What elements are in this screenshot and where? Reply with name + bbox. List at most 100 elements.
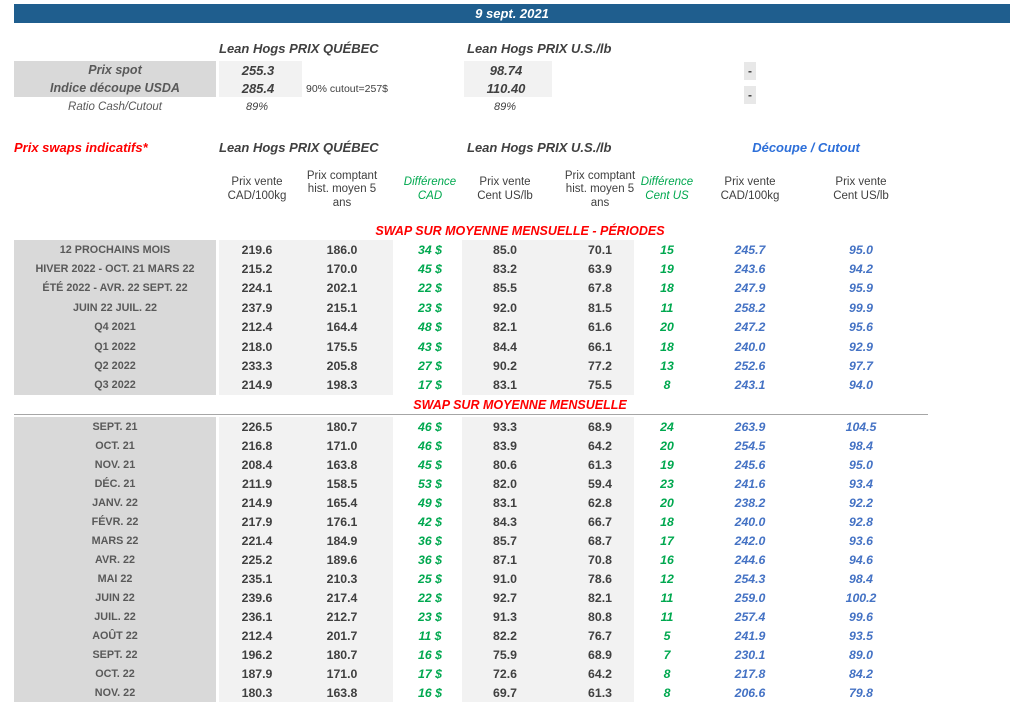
- cell-difference-cad: 48 $: [418, 320, 442, 335]
- column-header-row: Prix vente CAD/100kg Prix comptant hist. …: [0, 163, 1024, 217]
- cell-difference-cad: 16 $: [418, 647, 442, 662]
- cell-difference-cad: 36 $: [418, 533, 442, 548]
- row-label: SEPT. 22: [92, 648, 138, 661]
- cell-cutout-vente-us: 99.6: [849, 609, 873, 624]
- cell-prix-comptant-cad: 184.9: [326, 533, 358, 548]
- ratio-us-value: 89%: [493, 101, 517, 113]
- cell-prix-vente-us: 84.4: [493, 339, 517, 354]
- cell-cutout-vente-cad: 259.0: [734, 590, 766, 605]
- cell-prix-comptant-cad: 158.5: [326, 476, 358, 491]
- cell-cutout-vente-cad: 258.2: [734, 300, 766, 315]
- column-header-difference-cad: Différence CAD: [403, 176, 457, 202]
- usda-cutout-index-label: Indice découpe USDA: [50, 81, 180, 95]
- cell-cutout-vente-cad: 263.9: [734, 419, 766, 434]
- swap-row: AVR. 22 225.2 189.6 36 $ 87.1 70.8 16 244.6 94.6: [0, 550, 1024, 569]
- cell-prix-comptant-cad: 170.0: [326, 262, 358, 277]
- cell-prix-comptant-cad: 175.5: [326, 339, 358, 354]
- cell-difference-us: 20: [660, 438, 674, 453]
- cell-cutout-vente-us: 95.6: [849, 320, 873, 335]
- cell-prix-vente-us: 85.5: [493, 281, 517, 296]
- cell-prix-comptant-us: 77.2: [588, 358, 612, 373]
- cell-difference-cad: 27 $: [418, 358, 442, 373]
- swap-row: OCT. 21 216.8 171.0 46 $ 83.9 64.2 20 254.5 98.4: [0, 436, 1024, 455]
- cell-difference-us: 23: [660, 476, 674, 491]
- cell-prix-comptant-cad: 163.8: [326, 457, 358, 472]
- cell-prix-comptant-cad: 171.0: [326, 438, 358, 453]
- cell-prix-vente-cad: 221.4: [241, 533, 273, 548]
- swap-row: HIVER 2022 - OCT. 21 MARS 22 215.2 170.0 45…: [0, 259, 1024, 278]
- cell-difference-cad: 46 $: [418, 419, 442, 434]
- cell-prix-comptant-us: 82.1: [588, 590, 612, 605]
- cell-prix-vente-us: 72.6: [493, 666, 517, 681]
- cell-prix-comptant-us: 78.6: [588, 571, 612, 586]
- cell-prix-comptant-cad: 217.4: [326, 590, 358, 605]
- cell-prix-vente-us: 90.2: [493, 358, 517, 373]
- swaps-us-header: Lean Hogs PRIX U.S./lb: [467, 140, 612, 155]
- cell-cutout-vente-us: 94.6: [849, 552, 873, 567]
- cell-prix-vente-cad: 236.1: [241, 609, 273, 624]
- table-rows: SEPT. 21 226.5 180.7 46 $ 93.3 68.9 24 263.9 104…: [0, 417, 1024, 702]
- row-label: JUIN 22: [95, 591, 135, 604]
- swap-table-periodes: 12 PROCHAINS MOIS 219.6 186.0 34 $ 85.0 70.1 1…: [0, 240, 1024, 395]
- cell-prix-vente-us: 83.1: [493, 495, 517, 510]
- cell-prix-comptant-cad: 163.8: [326, 685, 358, 700]
- cell-prix-comptant-us: 67.8: [588, 281, 612, 296]
- cell-prix-vente-cad: 212.4: [241, 320, 273, 335]
- swaps-qc-header: Lean Hogs PRIX QUÉBEC: [219, 140, 379, 155]
- cell-prix-vente-us: 93.3: [493, 419, 517, 434]
- section-title-mensuelle: SWAP SUR MOYENNE MENSUELLE: [413, 398, 627, 412]
- row-label: ÉTÉ 2022 - AVR. 22 SEPT. 22: [42, 282, 188, 295]
- cell-prix-comptant-us: 68.9: [588, 647, 612, 662]
- cell-difference-us: 8: [663, 685, 671, 700]
- row-label: Q4 2021: [94, 321, 136, 334]
- cell-difference-cad: 17 $: [418, 666, 442, 681]
- spot-price-us-value: 98.74: [489, 62, 523, 78]
- cell-difference-us: 19: [660, 262, 674, 277]
- spot-price-qc-value: 255.3: [241, 62, 275, 78]
- cell-prix-vente-us: 83.9: [493, 438, 517, 453]
- cell-cutout-vente-us: 92.8: [849, 514, 873, 529]
- table-rows: 12 PROCHAINS MOIS 219.6 186.0 34 $ 85.0 70.1 1…: [0, 240, 1024, 395]
- swap-row: MARS 22 221.4 184.9 36 $ 85.7 68.7 17 242.0 93.6: [0, 531, 1024, 550]
- cell-prix-vente-us: 85.0: [493, 242, 517, 257]
- cell-cutout-vente-cad: 247.2: [734, 320, 766, 335]
- column-header-cutout-vente-cad: Prix vente CAD/100kg: [720, 176, 780, 202]
- row-label: OCT. 21: [95, 439, 135, 452]
- cell-cutout-vente-us: 89.0: [849, 647, 873, 662]
- swap-row: SEPT. 21 226.5 180.7 46 $ 93.3 68.9 24 263.9 104…: [0, 417, 1024, 436]
- cell-prix-vente-cad: 214.9: [241, 378, 273, 393]
- row-label: DÉC. 21: [94, 477, 136, 490]
- cell-difference-cad: 42 $: [418, 514, 442, 529]
- row-label: 12 PROCHAINS MOIS: [59, 243, 171, 256]
- cell-cutout-vente-cad: 230.1: [734, 647, 766, 662]
- section-title-periodes: SWAP SUR MOYENNE MENSUELLE - PÉRIODES: [375, 224, 665, 238]
- cell-cutout-vente-cad: 254.5: [734, 438, 766, 453]
- cell-difference-us: 13: [660, 358, 674, 373]
- swap-row: DÉC. 21 211.9 158.5 53 $ 82.0 59.4 23 241.6 93.4: [0, 474, 1024, 493]
- cell-cutout-vente-us: 84.2: [849, 666, 873, 681]
- cell-prix-vente-us: 92.7: [493, 590, 517, 605]
- cell-prix-comptant-cad: 198.3: [326, 378, 358, 393]
- cell-difference-us: 12: [660, 571, 674, 586]
- swap-row: OCT. 22 187.9 171.0 17 $ 72.6 64.2 8 217.8 84.2: [0, 664, 1024, 683]
- cell-difference-us: 18: [660, 514, 674, 529]
- row-label: Q2 2022: [94, 359, 136, 372]
- swap-row: NOV. 22 180.3 163.8 16 $ 69.7 61.3 8 206.6 79.8: [0, 683, 1024, 702]
- cell-difference-us: 20: [660, 320, 674, 335]
- cell-prix-vente-cad: 196.2: [241, 647, 273, 662]
- cell-prix-vente-us: 92.0: [493, 300, 517, 315]
- cell-cutout-vente-cad: 247.9: [734, 281, 766, 296]
- cell-cutout-vente-cad: 238.2: [734, 495, 766, 510]
- cell-prix-comptant-us: 61.6: [588, 320, 612, 335]
- date-banner-text: 9 sept. 2021: [475, 6, 549, 21]
- cell-cutout-vente-cad: 206.6: [734, 685, 766, 700]
- cell-prix-comptant-cad: 212.7: [326, 609, 358, 624]
- cell-prix-comptant-us: 64.2: [588, 666, 612, 681]
- cell-prix-vente-us: 82.1: [493, 320, 517, 335]
- cell-difference-cad: 49 $: [418, 495, 442, 510]
- cell-prix-comptant-cad: 201.7: [326, 628, 358, 643]
- swap-row: JUIN 22 JUIL. 22 237.9 215.1 23 $ 92.0 81.5 11…: [0, 298, 1024, 317]
- cell-difference-us: 18: [660, 281, 674, 296]
- cell-difference-cad: 36 $: [418, 552, 442, 567]
- cell-prix-comptant-cad: 210.3: [326, 571, 358, 586]
